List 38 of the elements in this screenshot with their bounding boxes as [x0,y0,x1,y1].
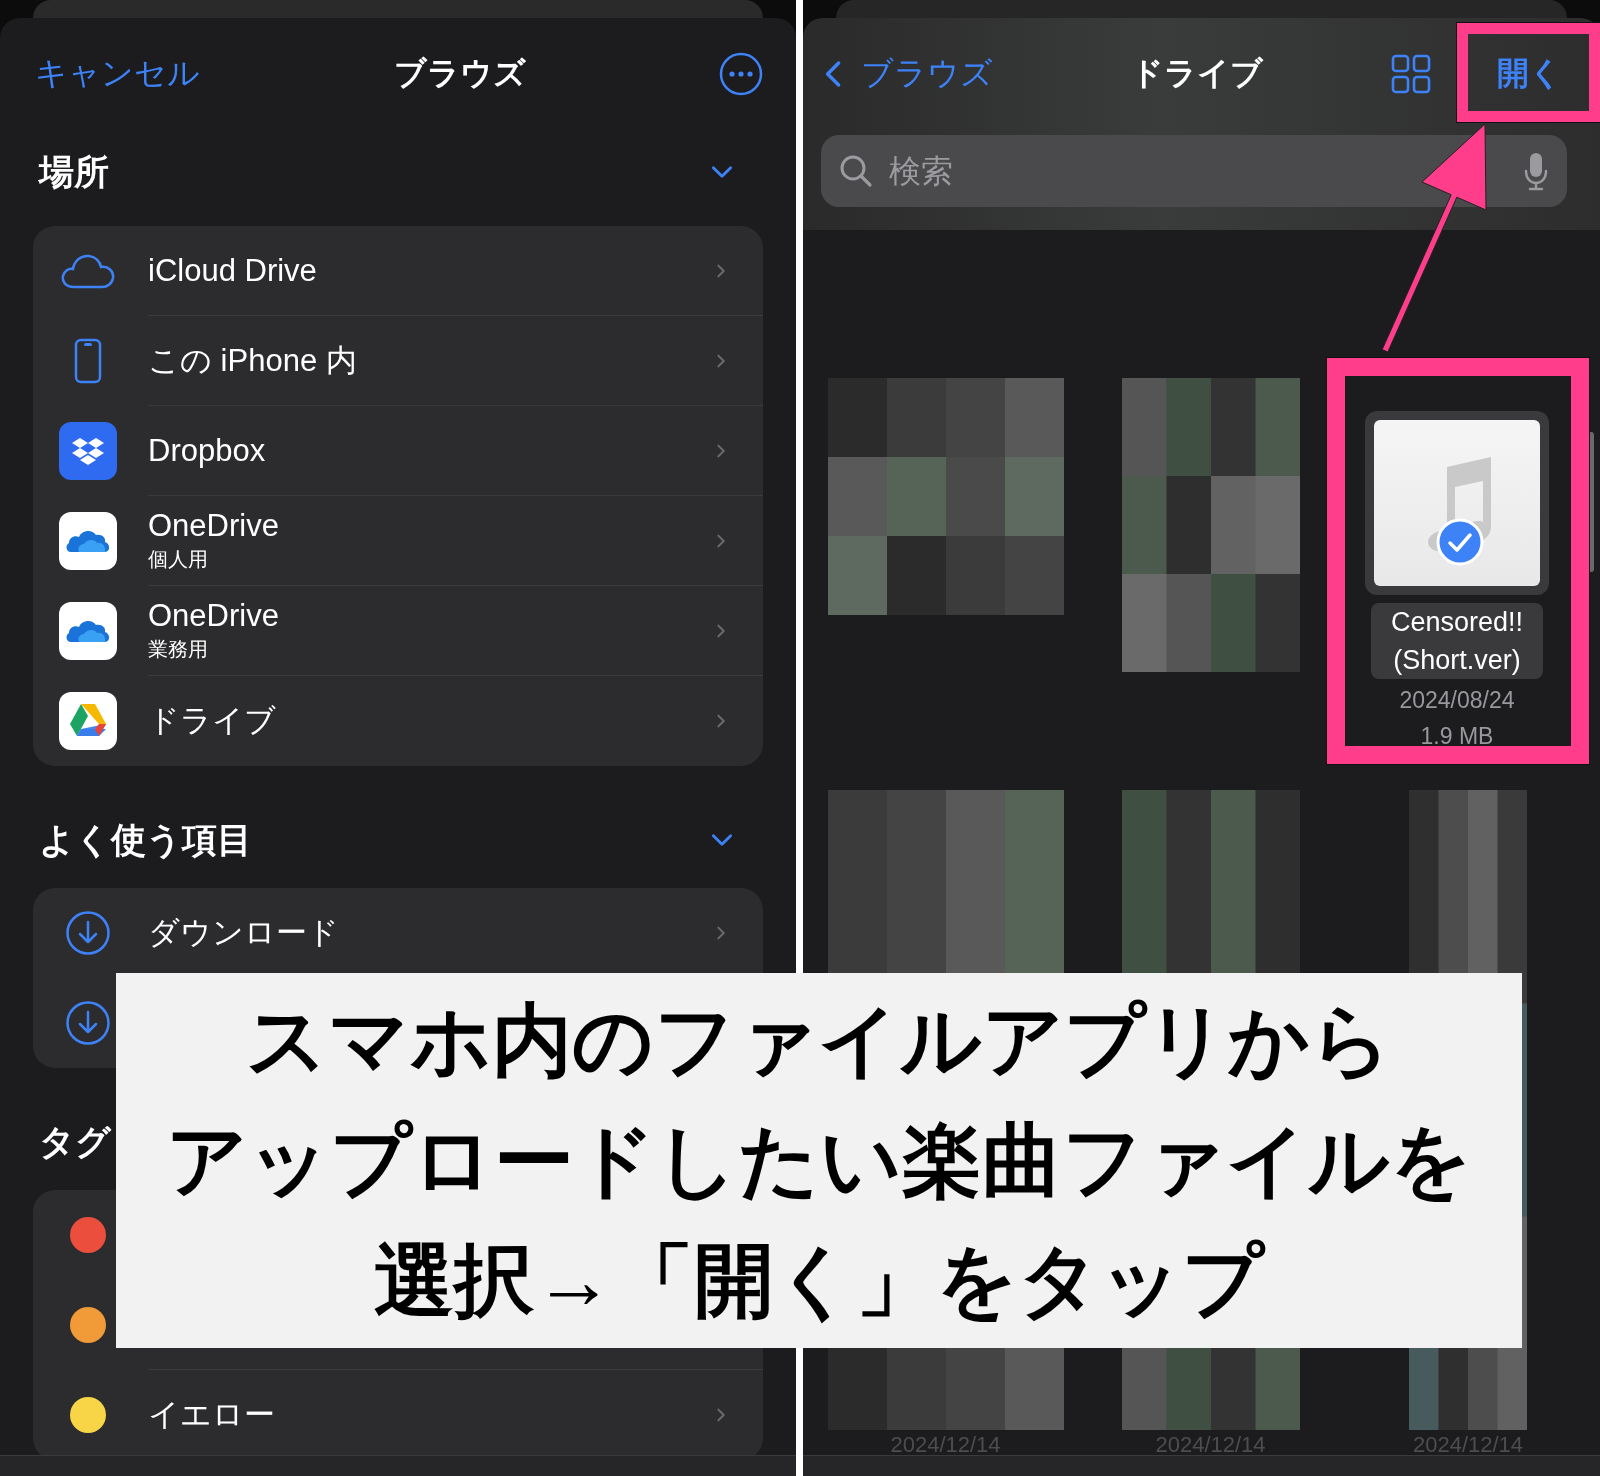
account-type: 業務用 [148,637,209,662]
location-item[interactable]: OneDrive [148,598,279,634]
file-size: 1.9 MB [1420,722,1494,751]
location-item[interactable]: iCloud Drive [148,252,317,289]
location-item[interactable]: ドライブ [148,700,276,742]
account-type: 個人用 [148,547,209,572]
microphone-icon[interactable] [1523,151,1549,191]
back-button[interactable]: ブラウズ [821,52,993,96]
location-item[interactable]: OneDrive [148,508,279,544]
drive-icon [58,692,117,750]
location-item[interactable]: ダウンロード [148,911,339,954]
location-item[interactable]: イエロー [148,1394,275,1436]
location-item[interactable]: この iPhone 内 [148,339,357,382]
onedrive-icon [58,512,117,570]
download-icon [64,1000,111,1046]
download-icon [64,910,111,956]
dropbox-icon [58,422,117,480]
caption-text: 選択→「開く」をタップ [374,1234,1264,1327]
open-button[interactable]: 開く [1497,52,1562,96]
section-heading: 場所 [39,150,109,193]
screen-title: ブラウズ [393,54,526,93]
location-item[interactable]: Dropbox [148,432,266,469]
phone-icon [73,338,102,384]
file-name: Censored!! (Short.ver) [1371,603,1543,679]
more-icon[interactable] [719,52,763,96]
section-heading: よく使う項目 [39,818,252,862]
folder-title: ドライブ [1131,54,1263,93]
search-input[interactable]: 検索 [887,151,1509,191]
search-field[interactable]: 検索 [821,135,1567,207]
section-heading: タグ [39,1120,111,1163]
caption-text: スマホ内のファイルアプリから [246,994,1392,1087]
onedrive-icon [58,602,117,660]
caption-text: アップロードしたい楽曲ファイルを [166,1114,1472,1207]
cancel-button[interactable]: キャンセル [35,52,200,96]
grid-view-icon[interactable] [1391,54,1431,94]
search-icon [839,154,873,188]
file-thumbnail[interactable] [1365,411,1549,595]
file-date: 2024/08/24 [1399,686,1515,715]
